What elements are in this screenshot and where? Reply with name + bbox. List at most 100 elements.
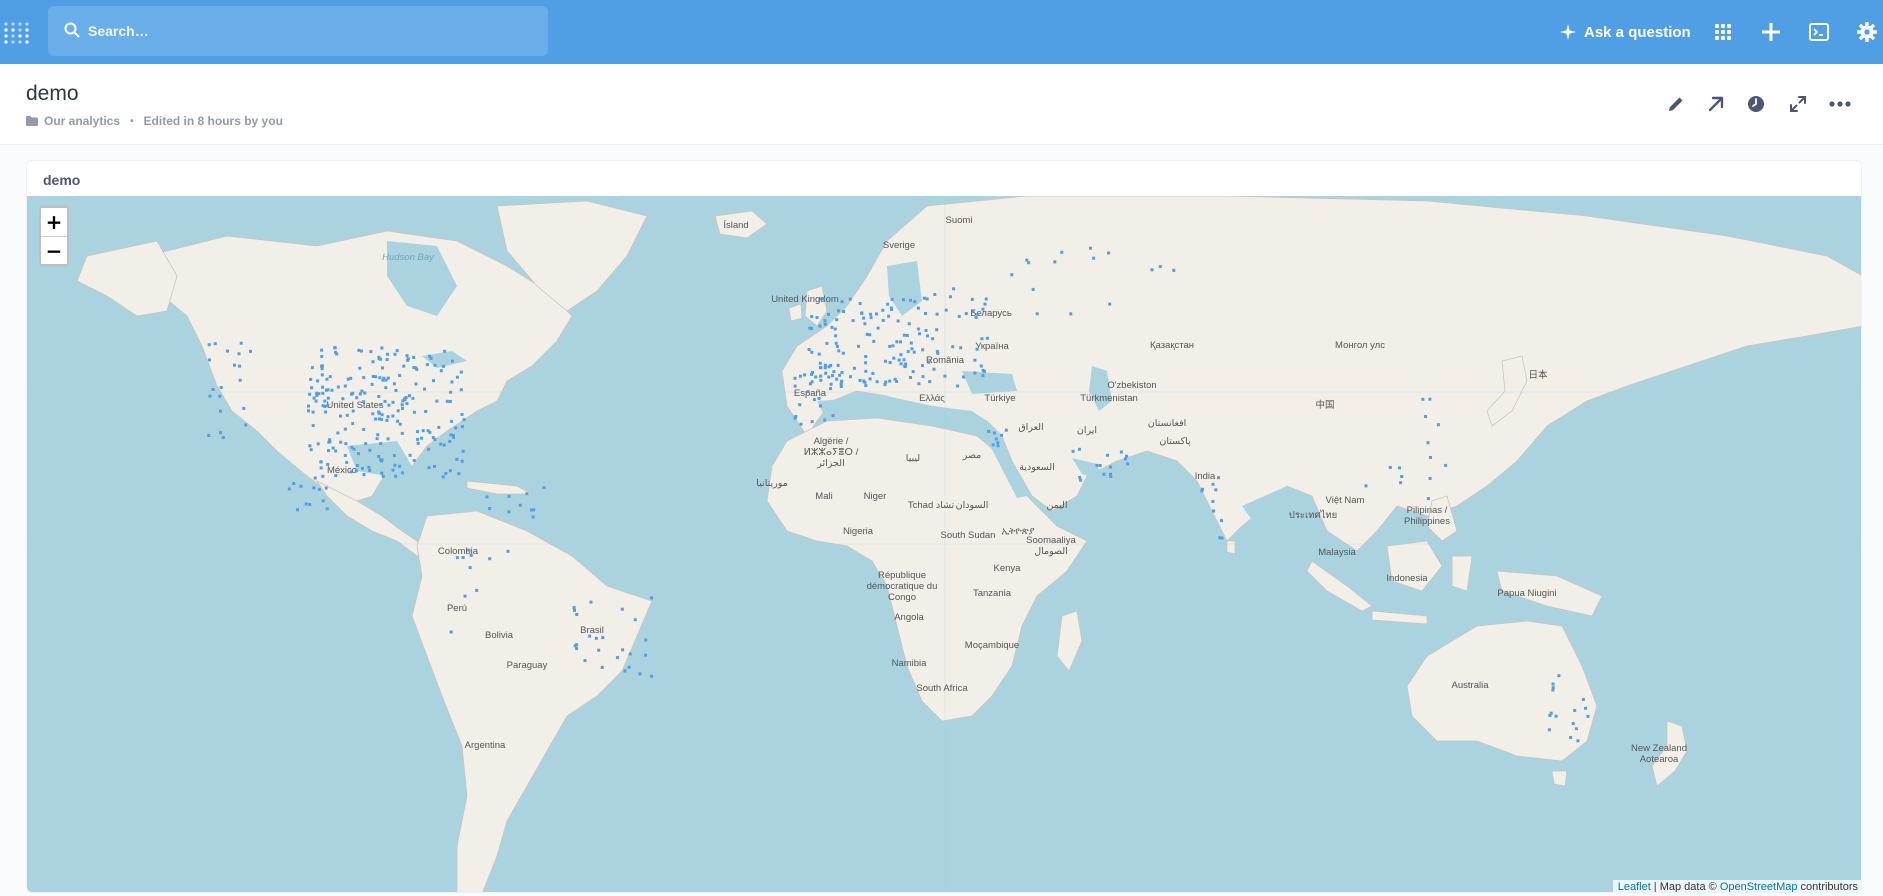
map-pin[interactable]: [827, 365, 831, 369]
map-pin[interactable]: [817, 352, 821, 356]
card-title[interactable]: demo: [43, 172, 80, 188]
map-pin[interactable]: [238, 364, 242, 368]
map-pin[interactable]: [507, 494, 511, 498]
map-pin[interactable]: [1125, 454, 1129, 458]
map-pin[interactable]: [834, 341, 838, 345]
map-pin[interactable]: [794, 415, 798, 418]
map-pin[interactable]: [952, 287, 956, 291]
map-pin[interactable]: [980, 337, 984, 341]
map-pin[interactable]: [1429, 456, 1432, 459]
map-pin[interactable]: [358, 392, 362, 396]
map-pin[interactable]: [454, 426, 458, 430]
map-pin[interactable]: [917, 382, 921, 386]
map-pin[interactable]: [325, 507, 329, 511]
map-pin[interactable]: [899, 340, 902, 344]
map-pin[interactable]: [628, 652, 632, 656]
more-options-button[interactable]: [1828, 92, 1852, 116]
map-pin[interactable]: [405, 402, 409, 406]
map-pin[interactable]: [488, 507, 492, 511]
map-pin[interactable]: [311, 410, 315, 414]
map-pin[interactable]: [427, 466, 431, 470]
map-pin[interactable]: [343, 384, 347, 388]
map-pin[interactable]: [981, 374, 985, 378]
map-pin[interactable]: [374, 417, 378, 421]
map-pin[interactable]: [461, 449, 465, 453]
map-pin[interactable]: [309, 377, 313, 381]
last-edited[interactable]: Edited in 8 hours by you: [144, 114, 283, 128]
map-pin[interactable]: [475, 588, 479, 592]
map-pin[interactable]: [375, 437, 379, 441]
map-pin[interactable]: [292, 482, 296, 486]
map-pin[interactable]: [506, 549, 510, 553]
map-pin[interactable]: [462, 418, 466, 422]
map-pin[interactable]: [829, 387, 832, 391]
map-pin[interactable]: [573, 608, 576, 612]
map-pin[interactable]: [865, 332, 869, 336]
map-pin[interactable]: [452, 435, 455, 439]
map-pin[interactable]: [1109, 472, 1112, 476]
map-pin[interactable]: [396, 419, 399, 423]
map-pin[interactable]: [996, 444, 1000, 448]
map-pin[interactable]: [1569, 736, 1573, 739]
map-pin[interactable]: [837, 349, 841, 353]
map-pin[interactable]: [319, 460, 323, 464]
ask-question-button[interactable]: Ask a question: [1560, 18, 1691, 46]
map-pin[interactable]: [812, 398, 816, 402]
map-pin[interactable]: [412, 459, 416, 462]
map-pin[interactable]: [1069, 312, 1073, 316]
map-pin[interactable]: [433, 464, 436, 468]
map-pin[interactable]: [351, 422, 355, 426]
map-pin[interactable]: [416, 441, 420, 445]
map-pin[interactable]: [355, 396, 359, 400]
map-pin[interactable]: [906, 350, 910, 354]
map-pin[interactable]: [1079, 478, 1083, 482]
map-pin[interactable]: [904, 362, 908, 366]
map-pin[interactable]: [439, 442, 443, 446]
map-pin[interactable]: [343, 427, 347, 431]
new-button[interactable]: [1759, 20, 1783, 44]
map-pin[interactable]: [362, 473, 366, 477]
map-pin[interactable]: [927, 360, 931, 364]
map-pin[interactable]: [872, 339, 876, 343]
map-pin[interactable]: [1109, 465, 1113, 469]
map-pin[interactable]: [542, 486, 546, 490]
map-pin[interactable]: [976, 312, 980, 316]
map-pin[interactable]: [377, 357, 381, 361]
map-pin[interactable]: [818, 404, 822, 408]
map-pin[interactable]: [336, 431, 340, 435]
map-pin[interactable]: [459, 388, 463, 392]
map-pin[interactable]: [313, 476, 317, 480]
map-pin[interactable]: [377, 455, 381, 458]
map-pin[interactable]: [339, 414, 342, 418]
map-pin[interactable]: [321, 385, 325, 389]
map-pin[interactable]: [973, 371, 977, 375]
map-pin[interactable]: [849, 375, 852, 379]
map-pin[interactable]: [829, 382, 833, 386]
map-pin[interactable]: [1574, 727, 1578, 731]
map-pin[interactable]: [207, 343, 211, 347]
map-pin[interactable]: [226, 349, 229, 353]
map-pin[interactable]: [638, 672, 642, 676]
map-pin[interactable]: [341, 397, 345, 401]
map-pin[interactable]: [391, 400, 395, 404]
map-pin[interactable]: [379, 442, 383, 446]
map-pin[interactable]: [841, 351, 845, 355]
map-pin[interactable]: [350, 445, 354, 449]
map-pin[interactable]: [321, 391, 325, 395]
map-pin[interactable]: [1398, 466, 1401, 470]
map-pin[interactable]: [448, 469, 452, 473]
map-pin[interactable]: [987, 429, 991, 433]
map-pin[interactable]: [911, 370, 915, 374]
map-pin[interactable]: [531, 515, 535, 519]
map-pin[interactable]: [331, 446, 335, 450]
map-pin[interactable]: [412, 410, 416, 414]
map-pin[interactable]: [449, 630, 453, 634]
map-pin[interactable]: [460, 459, 464, 463]
map-pin[interactable]: [357, 452, 360, 456]
map-pin[interactable]: [881, 318, 885, 322]
map-pin[interactable]: [308, 503, 312, 506]
map-pin[interactable]: [1004, 428, 1008, 432]
map-pin[interactable]: [984, 297, 988, 301]
map-pin[interactable]: [909, 298, 912, 302]
map-pin[interactable]: [362, 428, 366, 431]
